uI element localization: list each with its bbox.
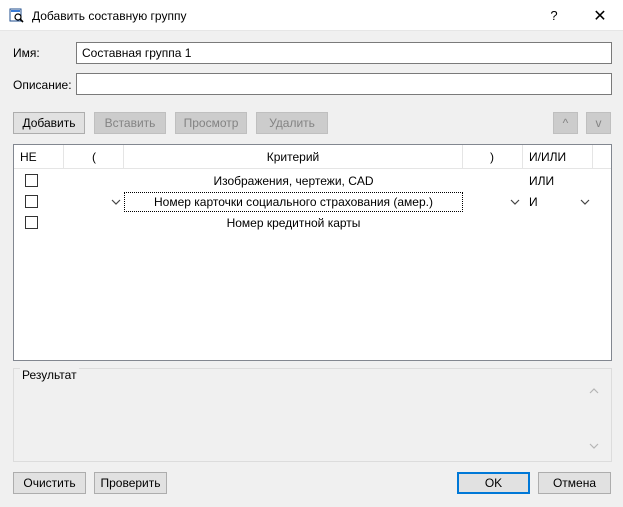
and-or-cell[interactable]: ИЛИ	[529, 170, 589, 191]
criteria-grid: НЕ ( Критерий ) И/ИЛИ Изображения, черте…	[13, 144, 612, 361]
scroll-up-icon[interactable]	[588, 385, 600, 397]
insert-button[interactable]: Вставить	[94, 112, 166, 134]
table-row[interactable]: Номер карточки социального страхования (…	[14, 191, 611, 212]
delete-button[interactable]: Удалить	[256, 112, 328, 134]
header-and-or[interactable]: И/ИЛИ	[523, 145, 593, 169]
criterion-combo[interactable]: Номер карточки социального страхования (…	[124, 192, 463, 212]
description-label: Описание:	[13, 78, 72, 92]
header-not[interactable]: НЕ	[14, 145, 64, 169]
add-button[interactable]: Добавить	[13, 112, 85, 134]
move-up-button[interactable]: ^	[553, 112, 578, 134]
criterion-cell[interactable]: Изображения, чертежи, CAD	[124, 170, 463, 191]
not-checkbox[interactable]	[25, 195, 38, 208]
view-button[interactable]: Просмотр	[175, 112, 247, 134]
magnifier-document-icon	[9, 8, 24, 23]
close-paren-cell[interactable]	[463, 170, 523, 191]
open-paren-cell[interactable]	[64, 212, 124, 233]
clear-button[interactable]: Очистить	[13, 472, 86, 494]
name-label: Имя:	[13, 46, 40, 60]
chevron-down-icon[interactable]	[509, 196, 521, 208]
cancel-button[interactable]: Отмена	[538, 472, 611, 494]
move-down-button[interactable]: v	[586, 112, 611, 134]
check-button[interactable]: Проверить	[94, 472, 167, 494]
header-criterion[interactable]: Критерий	[124, 145, 463, 169]
window-title: Добавить составную группу	[32, 9, 187, 23]
and-or-cell[interactable]	[529, 212, 589, 233]
chevron-down-icon[interactable]	[110, 196, 122, 208]
table-row[interactable]: Изображения, чертежи, CAD ИЛИ	[14, 170, 611, 191]
not-checkbox[interactable]	[25, 216, 38, 229]
scroll-down-icon[interactable]	[588, 440, 600, 452]
name-input[interactable]: Составная группа 1	[76, 42, 612, 64]
header-open-paren[interactable]: (	[64, 145, 124, 169]
close-button[interactable]: ✕	[577, 0, 623, 31]
title-bar: Добавить составную группу ? ✕	[0, 0, 623, 31]
result-label: Результат	[20, 368, 79, 382]
not-checkbox[interactable]	[25, 174, 38, 187]
help-button[interactable]: ?	[531, 0, 577, 31]
criterion-cell[interactable]: Номер кредитной карты	[124, 212, 463, 233]
chevron-down-icon[interactable]	[579, 196, 591, 208]
and-or-cell[interactable]: И	[529, 191, 569, 212]
open-paren-cell[interactable]	[64, 170, 124, 191]
header-close-paren[interactable]: )	[463, 145, 523, 169]
description-input[interactable]	[76, 73, 612, 95]
result-panel: Результат	[13, 368, 612, 462]
close-paren-cell[interactable]	[463, 212, 523, 233]
grid-header: НЕ ( Критерий ) И/ИЛИ	[14, 145, 611, 169]
table-row[interactable]: Номер кредитной карты	[14, 212, 611, 233]
ok-button[interactable]: OK	[457, 472, 530, 494]
